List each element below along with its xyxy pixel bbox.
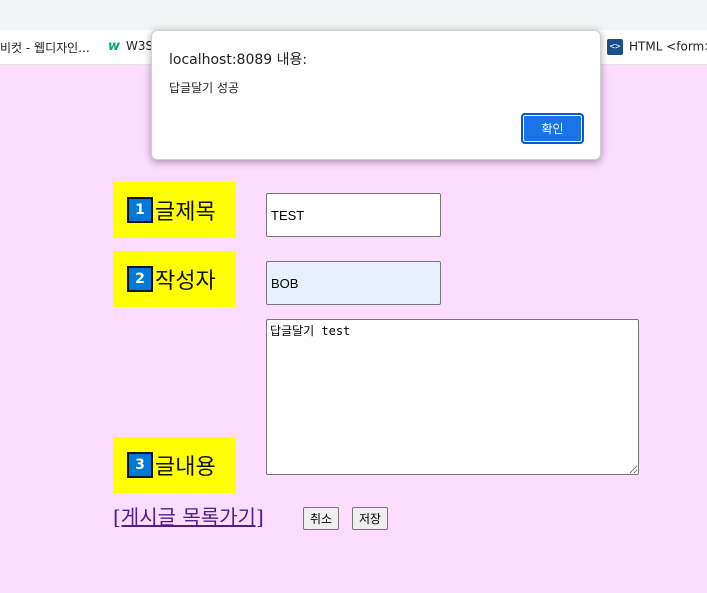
dialog-title: localhost:8089 내용: <box>169 52 308 68</box>
title-input[interactable] <box>266 193 441 237</box>
ok-button[interactable]: 확인 <box>521 113 584 144</box>
browser-tab-strip <box>0 0 707 30</box>
number-badge: 2 <box>127 266 153 292</box>
number-badge: 1 <box>127 197 153 223</box>
save-button[interactable]: 저장 <box>352 507 389 530</box>
author-input[interactable] <box>266 261 441 305</box>
content-label: 3 글내용 <box>113 437 236 493</box>
dialog-message: 답글달기 성공 <box>169 81 240 95</box>
w3schools-icon: w <box>108 39 121 54</box>
board-list-link[interactable]: [게시글 목록가기] <box>113 501 264 530</box>
alert-dialog: localhost:8089 내용: 답글달기 성공 확인 <box>151 30 601 160</box>
bookmark-label: W3S <box>126 39 154 53</box>
title-label: 1 글제목 <box>113 182 236 238</box>
bookmark-item-html-form[interactable]: <> HTML <form> <box>607 39 707 55</box>
title-label-text: 글제목 <box>155 200 216 225</box>
author-label: 2 작성자 <box>113 251 236 307</box>
content-textarea[interactable]: 답글달기 test <box>266 319 639 475</box>
code-icon: <> <box>607 39 623 55</box>
bookmark-label: HTML <form> <box>629 39 707 54</box>
author-label-text: 작성자 <box>155 269 216 294</box>
number-badge: 3 <box>127 452 153 478</box>
bookmark-item[interactable]: 비컷 - 웹디자인... <box>0 39 90 56</box>
bookmark-item-w3schools[interactable]: w W3S <box>108 39 153 54</box>
content-label-text: 글내용 <box>155 455 216 480</box>
cancel-button[interactable]: 취소 <box>303 507 340 530</box>
